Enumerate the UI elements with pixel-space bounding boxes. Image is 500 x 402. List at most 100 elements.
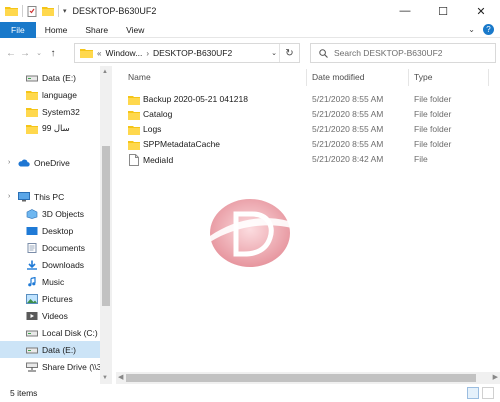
sidebar-item[interactable]: Share Drive (\\37 xyxy=(0,358,112,375)
tab-share[interactable]: Share xyxy=(76,22,117,38)
file-date: 5/21/2020 8:55 AM xyxy=(312,139,384,149)
sidebar-item[interactable]: سال 99 xyxy=(0,120,112,137)
breadcrumb-windows[interactable]: Window... xyxy=(105,48,142,58)
column-headers: Name Date modified Type xyxy=(116,66,500,88)
details-view-button[interactable] xyxy=(467,387,479,399)
watermark-logo xyxy=(210,199,292,267)
file-type: File folder xyxy=(414,94,452,104)
tab-view[interactable]: View xyxy=(117,22,153,38)
tab-file[interactable]: File xyxy=(0,21,36,38)
toolbar-divider xyxy=(58,5,59,17)
file-row[interactable]: SPPMetadataCache 5/21/2020 8:55 AM File fo… xyxy=(116,137,500,152)
sidebar-item[interactable]: › OneDrive xyxy=(0,154,112,171)
scroll-left-icon[interactable]: ◀ xyxy=(118,373,123,381)
file-name: Backup 2020-05-21 041218 xyxy=(143,94,248,104)
horizontal-scroll-thumb[interactable] xyxy=(126,374,476,382)
nav-scroll-thumb[interactable] xyxy=(102,146,110,306)
sidebar-item[interactable]: 3D Objects xyxy=(0,205,112,222)
maximize-button[interactable]: ☐ xyxy=(424,0,462,22)
file-type: File folder xyxy=(414,124,452,134)
sidebar-item-label: OneDrive xyxy=(34,157,70,168)
address-dropdown-icon[interactable]: ⌄ xyxy=(271,49,277,57)
expand-ribbon-icon[interactable]: ⌄ xyxy=(468,25,475,34)
file-row[interactable]: Backup 2020-05-21 041218 5/21/2020 8:55 A… xyxy=(116,92,500,107)
forward-arrow-icon: → xyxy=(20,47,30,59)
expand-chevron-icon[interactable]: › xyxy=(8,159,10,166)
file-date: 5/21/2020 8:42 AM xyxy=(312,154,384,164)
file-row[interactable]: Catalog 5/21/2020 8:55 AM File folder xyxy=(116,107,500,122)
folder-icon xyxy=(128,125,140,135)
sidebar-item-label: Documents xyxy=(42,242,85,253)
address-bar[interactable]: « Window... › DESKTOP-B630UF2 ⌄ ↻ xyxy=(74,43,300,63)
column-header-type[interactable]: Type xyxy=(414,72,432,82)
sidebar-item[interactable]: Music xyxy=(0,273,112,290)
up-button[interactable]: ↑ xyxy=(46,43,60,63)
scroll-right-icon[interactable]: ▶ xyxy=(493,373,498,381)
file-row[interactable]: Logs 5/21/2020 8:55 AM File folder xyxy=(116,122,500,137)
search-input[interactable]: Search DESKTOP-B630UF2 xyxy=(310,43,496,63)
back-button[interactable]: ← xyxy=(4,43,18,63)
sidebar-item[interactable]: Desktop xyxy=(0,222,112,239)
window-controls: — ☐ ✕ xyxy=(386,0,500,22)
sidebar-item-label: Desktop xyxy=(42,225,74,236)
sidebar-item[interactable]: System32 xyxy=(0,103,112,120)
customize-toolbar-icon[interactable]: ▾ xyxy=(63,7,67,15)
drive-icon xyxy=(26,328,38,338)
forward-button[interactable]: → xyxy=(18,43,32,63)
column-header-date[interactable]: Date modified xyxy=(312,72,364,82)
file-row[interactable]: MediaId 5/21/2020 8:42 AM File xyxy=(116,152,500,167)
expand-chevron-icon[interactable]: › xyxy=(8,193,10,200)
help-icon[interactable]: ? xyxy=(483,24,494,35)
sidebar-item[interactable]: Data (E:) xyxy=(0,341,112,358)
column-divider[interactable] xyxy=(306,69,307,86)
sidebar-item-label: 3D Objects xyxy=(42,208,85,219)
folder-icon xyxy=(128,95,140,105)
recent-locations-button[interactable]: ⌄ xyxy=(32,43,46,63)
search-icon xyxy=(319,48,328,58)
minimize-button[interactable]: — xyxy=(386,0,424,22)
view-toggle xyxy=(467,387,494,399)
properties-icon[interactable] xyxy=(27,5,38,17)
file-name-cell: Catalog xyxy=(128,109,172,120)
column-divider[interactable] xyxy=(488,69,489,86)
breadcrumb-current[interactable]: DESKTOP-B630UF2 xyxy=(153,48,232,58)
sidebar-item-label: System32 xyxy=(42,106,80,117)
chevron-right-icon[interactable]: › xyxy=(146,49,149,58)
file-name-cell: SPPMetadataCache xyxy=(128,139,220,150)
file-type: File xyxy=(414,154,428,164)
scroll-up-icon[interactable]: ▲ xyxy=(102,69,108,75)
large-icons-view-button[interactable] xyxy=(482,387,494,399)
search-placeholder: Search DESKTOP-B630UF2 xyxy=(334,48,443,58)
sidebar-item[interactable]: Downloads xyxy=(0,256,112,273)
sidebar-item[interactable]: Documents xyxy=(0,239,112,256)
new-folder-icon[interactable] xyxy=(42,6,54,16)
sidebar-item[interactable]: Pictures xyxy=(0,290,112,307)
file-name: Logs xyxy=(143,124,162,134)
sidebar-item[interactable]: Data (E:) xyxy=(0,69,112,86)
tab-home[interactable]: Home xyxy=(36,22,77,38)
column-header-name[interactable]: Name xyxy=(128,72,151,82)
close-button[interactable]: ✕ xyxy=(462,0,500,22)
status-bar: 5 items xyxy=(0,384,500,402)
refresh-icon: ↻ xyxy=(285,47,294,59)
quick-access-toolbar: ▾ xyxy=(0,0,67,22)
drive-icon xyxy=(26,345,38,355)
overflow-crumb-icon[interactable]: « xyxy=(97,49,101,58)
file-date: 5/21/2020 8:55 AM xyxy=(312,94,384,104)
nav-scrollbar[interactable]: ▲ ▼ xyxy=(100,66,112,384)
folder-icon[interactable] xyxy=(5,6,18,16)
sidebar-item-label: Data (E:) xyxy=(42,344,77,355)
sidebar-item[interactable]: Local Disk (C:) xyxy=(0,324,112,341)
folder-icon xyxy=(128,140,140,150)
horizontal-scrollbar[interactable]: ◀ ▶ xyxy=(116,372,500,384)
ribbon-right-controls: ⌄ ? xyxy=(468,24,494,35)
column-divider[interactable] xyxy=(408,69,409,86)
sidebar-item[interactable]: Videos xyxy=(0,307,112,324)
sidebar-item[interactable]: language xyxy=(0,86,112,103)
file-date: 5/21/2020 8:55 AM xyxy=(312,109,384,119)
title-bar: ▾ DESKTOP-B630UF2 — ☐ ✕ xyxy=(0,0,500,22)
refresh-button[interactable]: ↻ xyxy=(279,44,299,62)
sidebar-item[interactable]: › This PC xyxy=(0,188,112,205)
scroll-down-icon[interactable]: ▼ xyxy=(102,375,108,381)
